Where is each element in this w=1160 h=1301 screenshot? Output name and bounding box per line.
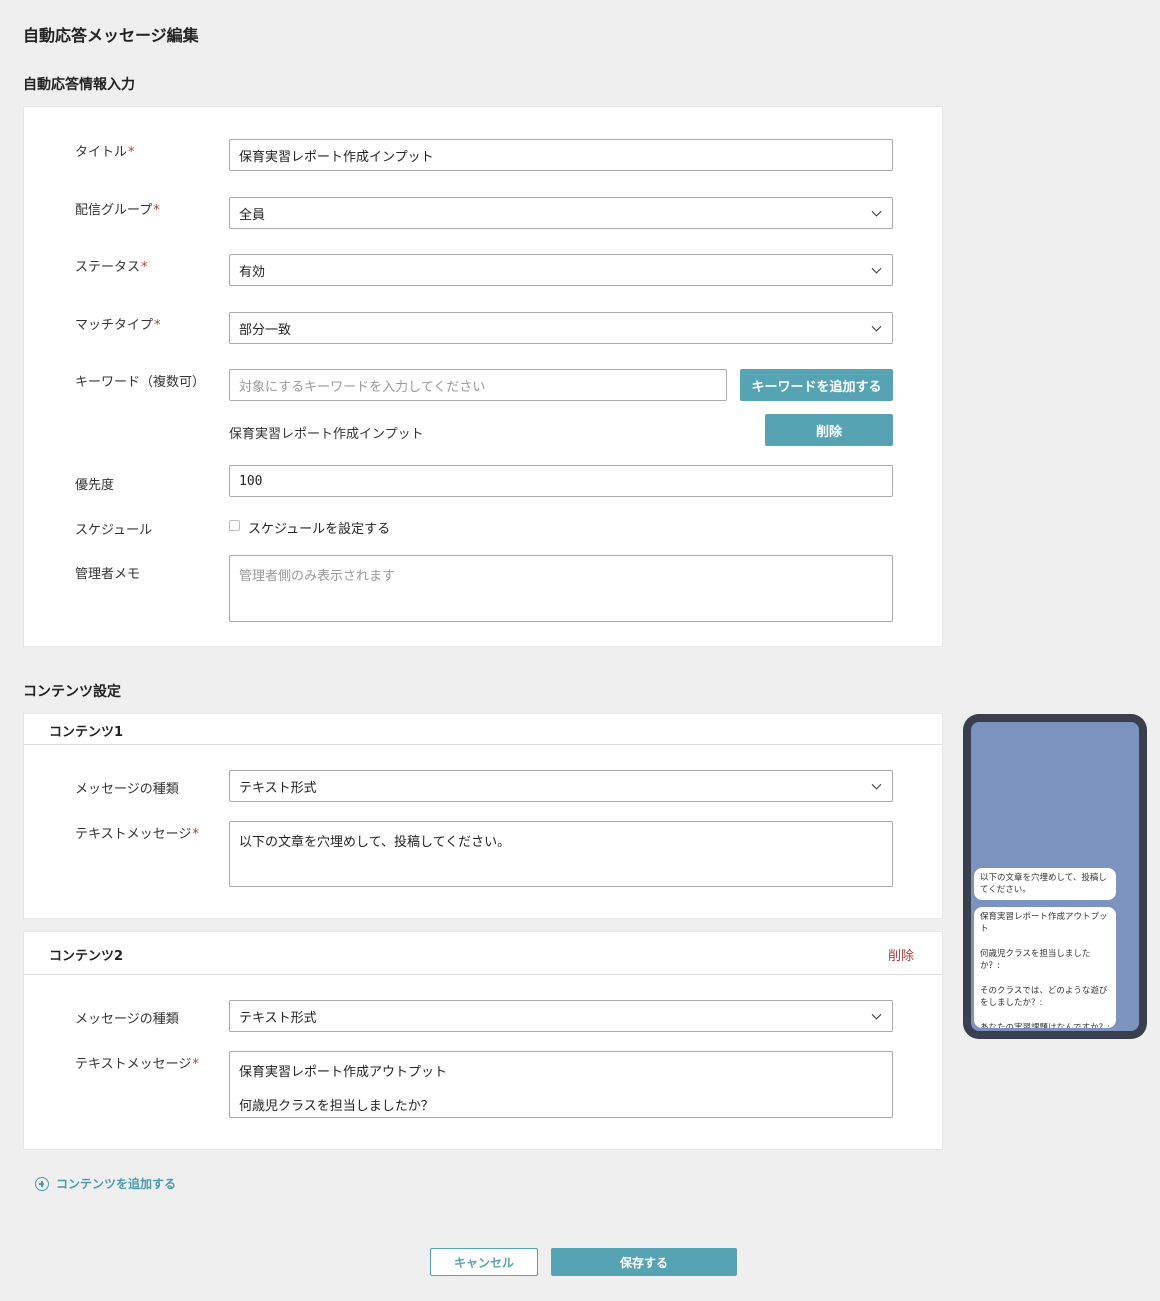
content-name-1: コンテンツ1 — [49, 725, 124, 740]
group-label: 配信グループ* — [75, 203, 160, 218]
keyword-item-text: 保育実習レポート作成インプット — [229, 427, 424, 442]
save-button[interactable]: 保存する — [551, 1248, 737, 1276]
info-card: タイトル* 保育実習レポート作成インプット 配信グループ* 全員 ステータス* … — [23, 106, 943, 647]
content2-text-line2: 何歳児クラスを担当しましたか？ — [239, 1099, 434, 1115]
match-label: マッチタイプ* — [75, 318, 161, 333]
priority-label: 優先度 — [75, 478, 115, 493]
status-select[interactable]: 有効 — [229, 254, 893, 286]
chevron-down-icon — [871, 321, 882, 332]
memo-label: 管理者メモ — [75, 567, 141, 582]
content2-text-textarea[interactable]: 保育実習レポート作成アウトプット 何歳児クラスを担当しましたか？ — [229, 1051, 893, 1118]
content1-type-value: テキスト形式 — [239, 780, 317, 796]
phone-screen: 以下の文章を穴埋めして、投稿してください。 保育実習レポート作成アウトプット 何… — [971, 722, 1139, 1031]
priority-input[interactable]: 100 — [229, 465, 893, 497]
preview-bubble-2: 保育実習レポート作成アウトプット 何歳児クラスを担当しましたか？: そのクラスで… — [974, 907, 1116, 1028]
schedule-checkbox-label[interactable]: スケジュールを設定する — [248, 518, 390, 537]
content-card-2: コンテンツ2 削除 メッセージの種類 テキスト形式 テキストメッセージ* 保育実… — [23, 931, 943, 1150]
chevron-down-icon — [871, 1009, 882, 1020]
content2-type-select[interactable]: テキスト形式 — [229, 1000, 893, 1032]
match-select[interactable]: 部分一致 — [229, 312, 893, 344]
title-label: タイトル* — [75, 145, 135, 160]
status-select-value: 有効 — [239, 264, 266, 280]
schedule-label: スケジュール — [75, 523, 153, 538]
content1-text-label: テキストメッセージ* — [75, 827, 199, 842]
schedule-checkbox[interactable] — [229, 520, 240, 531]
match-select-value: 部分一致 — [239, 322, 292, 338]
add-content-button[interactable]: コンテンツを追加する — [35, 1175, 176, 1192]
content-card-1: コンテンツ1 メッセージの種類 テキスト形式 テキストメッセージ* 以下の文章を… — [23, 713, 943, 919]
keyword-label: キーワード（複数可） — [75, 375, 206, 390]
add-content-label: コンテンツを追加する — [56, 1177, 177, 1191]
page-title: 自動応答メッセージ編集 — [23, 26, 199, 45]
title-input[interactable]: 保育実習レポート作成インプット — [229, 139, 893, 171]
cancel-button[interactable]: キャンセル — [430, 1248, 538, 1276]
content-header-2: コンテンツ2 削除 — [24, 932, 942, 975]
status-label: ステータス* — [75, 260, 148, 275]
preview-bubble-1: 以下の文章を穴埋めして、投稿してください。 — [974, 868, 1116, 900]
phone-preview: 以下の文章を穴埋めして、投稿してください。 保育実習レポート作成アウトプット 何… — [963, 714, 1147, 1039]
delete-keyword-button[interactable]: 削除 — [765, 414, 893, 446]
content2-text-line1: 保育実習レポート作成アウトプット — [239, 1065, 448, 1080]
group-select[interactable]: 全員 — [229, 197, 893, 229]
group-select-value: 全員 — [239, 207, 266, 223]
chevron-down-icon — [871, 263, 882, 274]
delete-content-button[interactable]: 削除 — [888, 945, 914, 964]
content-section-title: コンテンツ設定 — [23, 684, 121, 700]
content1-type-select[interactable]: テキスト形式 — [229, 770, 893, 802]
memo-textarea[interactable]: 管理者側のみ表示されます — [229, 555, 893, 622]
chevron-down-icon — [871, 779, 882, 790]
add-keyword-button[interactable]: キーワードを追加する — [740, 369, 893, 401]
content2-text-label: テキストメッセージ* — [75, 1057, 199, 1072]
content2-type-value: テキスト形式 — [239, 1010, 317, 1026]
content-header-1: コンテンツ1 — [24, 714, 942, 745]
info-section-title: 自動応答情報入力 — [23, 77, 135, 93]
keyword-input[interactable]: 対象にするキーワードを入力してください — [229, 369, 727, 401]
plus-circle-icon — [35, 1176, 49, 1191]
content1-type-label: メッセージの種類 — [75, 782, 179, 797]
chevron-down-icon — [871, 206, 882, 217]
content1-text-textarea[interactable]: 以下の文章を穴埋めして、投稿してください。 — [229, 821, 893, 887]
content2-type-label: メッセージの種類 — [75, 1012, 179, 1027]
content-name-2: コンテンツ2 — [49, 949, 124, 964]
